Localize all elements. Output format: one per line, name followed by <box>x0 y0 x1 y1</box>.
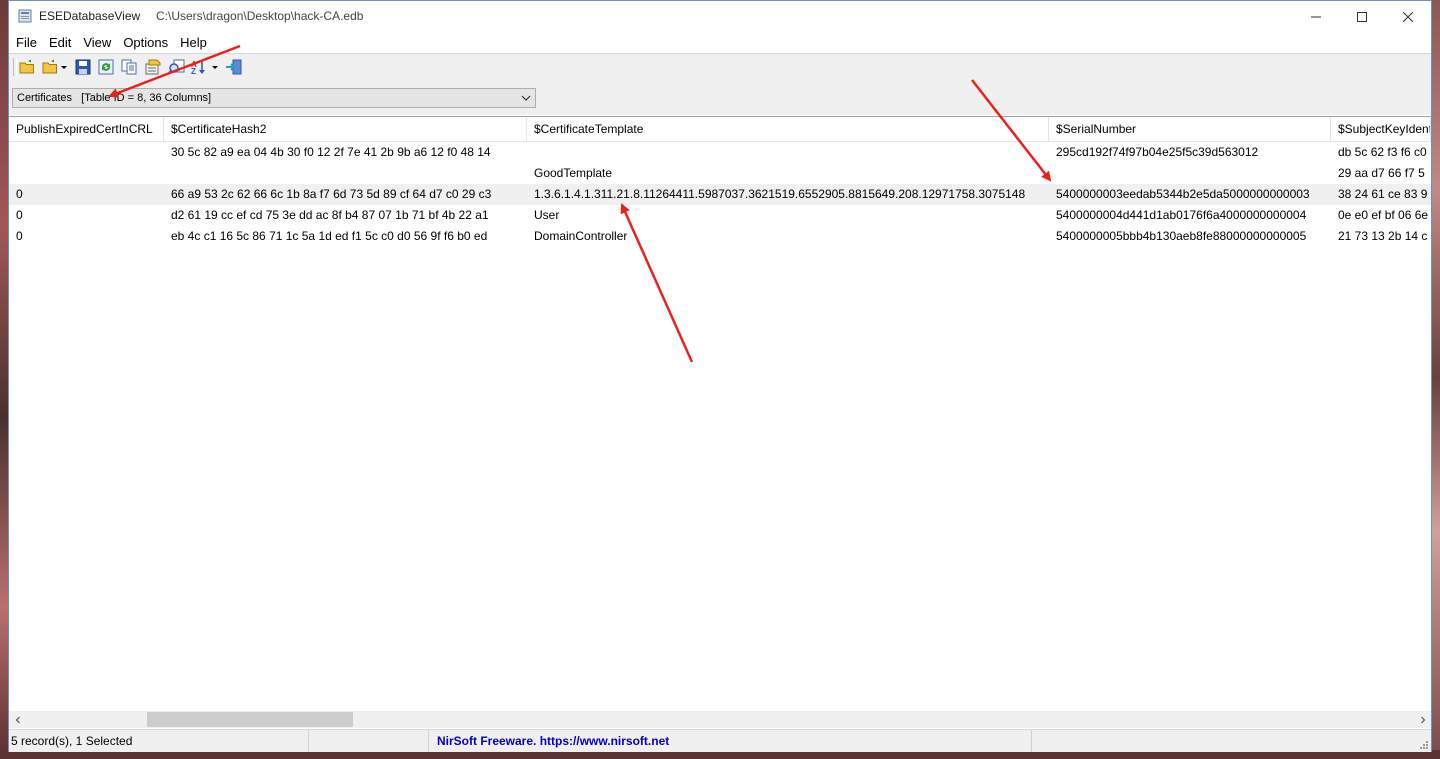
cell-subject-key-identifier: 38 24 61 ce 83 9 <box>1338 187 1428 201</box>
cell-publish-expired: 0 <box>16 187 23 201</box>
open-button[interactable] <box>19 57 37 77</box>
toolbar-grip <box>13 58 17 76</box>
minimize-icon <box>1311 16 1321 17</box>
table-row-selected[interactable]: 0 66 a9 53 2c 62 66 6c 1b 8a f7 6d 73 5d… <box>9 184 1431 205</box>
cell-certificate-template: 1.3.6.1.4.1.311.21.8.11264411.5987037.36… <box>534 187 1026 201</box>
chevron-right-icon <box>1420 716 1425 723</box>
open-dropdown-icon <box>42 59 67 74</box>
cell-certificate-template <box>527 142 1049 163</box>
scroll-right-button[interactable] <box>1414 711 1431 728</box>
find-button[interactable] <box>167 57 185 77</box>
menu-file[interactable]: File <box>15 35 44 50</box>
copy-button[interactable] <box>121 57 137 77</box>
nirsoft-link[interactable]: NirSoft Freeware. https://www.nirsoft.ne… <box>429 730 1032 752</box>
chevron-down-icon <box>521 95 531 101</box>
column-header-certificate-template[interactable]: $CertificateTemplate <box>527 117 1049 141</box>
maximize-button[interactable] <box>1339 1 1385 32</box>
table-row[interactable]: GoodTemplate 29 aa d7 66 f7 5 <box>9 163 1431 184</box>
refresh-button[interactable] <box>98 57 114 77</box>
grid-header: PublishExpiredCertInCRL $CertificateHash… <box>9 117 1431 142</box>
cell-certificate-template: User <box>534 208 560 222</box>
cell-publish-expired: 0 <box>16 229 23 243</box>
cell-certificate-hash2: eb 4c c1 16 5c 86 71 1c 5a 1d ed f1 5c c… <box>171 229 488 243</box>
cell-certificate-hash2 <box>164 163 527 184</box>
minimize-button[interactable] <box>1293 1 1339 32</box>
sort-button[interactable]: A Z <box>190 57 220 77</box>
scroll-left-button[interactable] <box>9 711 26 728</box>
table-row[interactable]: 30 5c 82 a9 ea 04 4b 30 f0 12 2f 7e 41 2… <box>9 142 1431 163</box>
properties-button[interactable] <box>144 57 162 77</box>
table-selector-value: Certificates [Table ID = 8, 36 Columns] <box>17 92 212 104</box>
save-icon <box>75 59 91 75</box>
cell-certificate-hash2: d2 61 19 cc ef cd 75 3e dd ac 8f b4 87 0… <box>171 208 489 222</box>
cell-certificate-hash2: 30 5c 82 a9 ea 04 4b 30 f0 12 2f 7e 41 2… <box>171 145 491 159</box>
table-row[interactable]: 0 d2 61 19 cc ef cd 75 3e dd ac 8f b4 87… <box>9 205 1431 226</box>
scrollbar-thumb[interactable] <box>147 712 353 727</box>
svg-text:Z: Z <box>191 67 196 75</box>
cell-certificate-template: GoodTemplate <box>534 166 613 180</box>
chevron-left-icon <box>15 716 20 723</box>
cell-publish-expired <box>9 163 164 184</box>
cell-certificate-template: DomainController <box>534 229 628 243</box>
sort-icon: A Z <box>191 60 218 75</box>
resize-grip-icon[interactable] <box>1417 738 1429 750</box>
properties-icon <box>145 59 161 75</box>
cell-subject-key-identifier: db 5c 62 f3 f6 c0 <box>1338 145 1427 159</box>
cell-subject-key-identifier: 29 aa d7 66 f7 5 <box>1338 166 1425 180</box>
find-icon <box>167 59 185 75</box>
menu-bar: File Edit View Options Help <box>9 32 1431 52</box>
exit-icon <box>226 59 242 75</box>
maximize-icon <box>1357 11 1367 22</box>
status-bar: 5 record(s), 1 Selected NirSoft Freeware… <box>9 729 1431 752</box>
menu-options[interactable]: Options <box>122 35 175 50</box>
column-header-publish-expired[interactable]: PublishExpiredCertInCRL <box>9 117 164 141</box>
cell-certificate-hash2: 66 a9 53 2c 62 66 6c 1b 8a f7 6d 73 5d 8… <box>171 187 492 201</box>
close-button[interactable] <box>1385 1 1431 32</box>
title-bar[interactable]: ESEDatabaseView C:\Users\dragon\Desktop\… <box>9 1 1431 32</box>
exit-button[interactable] <box>225 57 243 77</box>
menu-edit[interactable]: Edit <box>48 35 78 50</box>
app-icon <box>18 9 32 23</box>
table-row[interactable]: 0 eb 4c c1 16 5c 86 71 1c 5a 1d ed f1 5c… <box>9 226 1431 247</box>
toolbar: A Z <box>9 53 1431 82</box>
cell-publish-expired: 0 <box>16 208 23 222</box>
close-icon <box>1403 11 1413 22</box>
column-header-serial-number[interactable]: $SerialNumber <box>1049 117 1331 141</box>
menu-view[interactable]: View <box>82 35 118 50</box>
window-title-path: C:\Users\dragon\Desktop\hack-CA.edb <box>156 9 364 23</box>
app-window: ESEDatabaseView C:\Users\dragon\Desktop\… <box>8 0 1432 752</box>
open-dropdown-button[interactable] <box>42 57 68 77</box>
status-empty-pane <box>309 730 429 752</box>
cell-serial-number: 5400000003eedab5344b2e5da5000000000003 <box>1056 187 1310 201</box>
desktop-background-left <box>0 0 8 759</box>
records-grid[interactable]: PublishExpiredCertInCRL $CertificateHash… <box>9 116 1431 712</box>
menu-help[interactable]: Help <box>179 35 214 50</box>
table-selector-dropdown[interactable]: Certificates [Table ID = 8, 36 Columns] <box>12 88 536 108</box>
cell-serial-number: 295cd192f74f97b04e25f5c39d563012 <box>1056 145 1259 159</box>
save-button[interactable] <box>75 57 91 77</box>
column-header-subject-key-identifier[interactable]: $SubjectKeyIdentifier <box>1331 117 1431 141</box>
cell-serial-number <box>1049 163 1331 184</box>
cell-subject-key-identifier: 0e e0 ef bf 06 6e <box>1338 208 1429 222</box>
refresh-icon <box>98 59 114 75</box>
column-header-certificate-hash2[interactable]: $CertificateHash2 <box>164 117 527 141</box>
cell-serial-number: 5400000005bbb4b130aeb8fe88000000000005 <box>1056 229 1307 243</box>
open-folder-icon <box>19 59 34 74</box>
cell-publish-expired <box>9 142 164 163</box>
table-selector-bar: Certificates [Table ID = 8, 36 Columns] <box>9 81 1431 115</box>
copy-icon <box>121 59 137 75</box>
cell-subject-key-identifier: 21 73 13 2b 14 c <box>1338 229 1428 243</box>
cell-serial-number: 5400000004d441d1ab0176f6a4000000000004 <box>1056 208 1307 222</box>
horizontal-scrollbar[interactable] <box>9 711 1431 728</box>
window-title-app: ESEDatabaseView <box>39 9 141 23</box>
status-record-count: 5 record(s), 1 Selected <box>9 730 309 752</box>
